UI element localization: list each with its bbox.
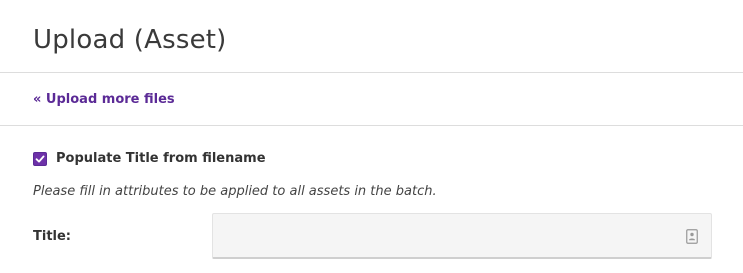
title-input[interactable] (212, 213, 712, 259)
upload-more-files-link[interactable]: « Upload more files (33, 92, 175, 108)
checkmark-icon (35, 155, 45, 163)
populate-title-checkbox[interactable] (33, 152, 47, 166)
header-divider (0, 72, 743, 73)
title-field-label: Title: (33, 229, 72, 244)
batch-help-text: Please fill in attributes to be applied … (33, 184, 437, 199)
populate-title-option[interactable]: Populate Title from filename (33, 150, 266, 168)
section-divider (0, 125, 743, 126)
contact-card-icon (686, 229, 698, 244)
populate-title-label[interactable]: Populate Title from filename (56, 151, 266, 167)
upload-asset-page: Upload (Asset) « Upload more files Popul… (0, 0, 743, 273)
page-title: Upload (Asset) (33, 25, 227, 55)
